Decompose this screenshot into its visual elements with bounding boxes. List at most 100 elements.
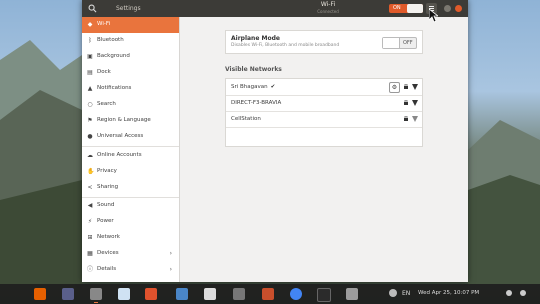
network-name: DIRECT-F3-BRAVIA [231, 100, 282, 106]
sidebar: ◆ Wi-Fi ᛒ Bluetooth ▣ Background ▤ Dock … [82, 17, 180, 282]
search-icon: ○ [87, 101, 93, 108]
background-icon: ▣ [87, 53, 93, 60]
sidebar-divider [82, 146, 179, 147]
panel-title: Wi-Fi Connected [308, 1, 348, 15]
settings-window: Settings Wi-Fi Connected ON ◆ Wi-Fi ᛒ Bl… [82, 0, 468, 282]
sidebar-item-online-accounts[interactable]: ☁ Online Accounts [82, 148, 179, 164]
settings-icon[interactable] [90, 288, 102, 303]
sidebar-item-label: Devices [97, 250, 119, 256]
lock-icon [404, 116, 408, 121]
flag-icon: ⚑ [87, 117, 93, 124]
sidebar-item-background[interactable]: ▣ Background [82, 49, 179, 65]
accessibility-icon: ● [87, 133, 93, 140]
search-icon[interactable] [88, 4, 97, 13]
sidebar-item-power[interactable]: ⚡ Power [82, 214, 179, 230]
network-name-text: Sri Bhagavan [231, 84, 268, 90]
sidebar-item-label: Network [97, 234, 120, 240]
headerbar: Settings Wi-Fi Connected ON [82, 0, 468, 17]
sidebar-item-privacy[interactable]: ✋ Privacy [82, 164, 179, 180]
sidebar-item-label: Dock [97, 69, 111, 75]
bell-icon: ▲ [87, 85, 93, 92]
sidebar-item-label: Wi-Fi [97, 21, 111, 27]
sidebar-item-dock[interactable]: ▤ Dock [82, 65, 179, 81]
airplane-mode-row: Airplane Mode Disables Wi-Fi, Bluetooth … [225, 30, 423, 54]
network-name: Sri Bhagavan ✔ [231, 84, 275, 90]
sidebar-item-label: Universal Access [97, 133, 144, 139]
share-icon: < [87, 184, 93, 191]
sidebar-item-bluetooth[interactable]: ᛒ Bluetooth [82, 33, 179, 49]
power-icon: ⚡ [87, 218, 93, 225]
lock-icon [404, 84, 408, 89]
network-row[interactable]: DIRECT-F3-BRAVIA [226, 95, 422, 112]
sidebar-item-sound[interactable]: ◀ Sound [82, 198, 179, 214]
sidebar-item-label: Notifications [97, 85, 132, 91]
airplane-switch-label: OFF [403, 40, 413, 46]
gear-icon[interactable]: ⚙ [389, 82, 400, 93]
info-icon: ⓘ [87, 266, 94, 273]
network-tray-icon[interactable] [389, 289, 397, 297]
sidebar-item-label: Search [97, 101, 116, 107]
app-icon[interactable] [233, 288, 245, 300]
cloud-icon: ☁ [87, 152, 93, 159]
sidebar-item-devices[interactable]: ▦ Devices › [82, 246, 179, 262]
wifi-signal-icon [412, 116, 418, 122]
sidebar-item-label: Power [97, 218, 114, 224]
wifi-switch-label: ON [393, 5, 401, 11]
wifi-panel: Airplane Mode Disables Wi-Fi, Bluetooth … [180, 17, 468, 282]
app-icon[interactable] [176, 288, 188, 300]
network-icon: ⊞ [87, 234, 93, 241]
dock-icon: ▤ [87, 69, 93, 76]
keyboard-language[interactable]: EN [402, 290, 410, 297]
sidebar-item-sharing[interactable]: < Sharing [82, 180, 179, 196]
chevron-right-icon: › [169, 250, 172, 257]
network-row[interactable]: CellStation [226, 111, 422, 128]
network-row-connected[interactable]: Sri Bhagavan ✔ ⚙ [226, 79, 422, 96]
taskbar: EN Wed Apr 25, 10:07 PM [0, 284, 540, 304]
app-icon[interactable] [262, 288, 274, 300]
sidebar-item-region-language[interactable]: ⚑ Region & Language [82, 113, 179, 129]
sidebar-item-wifi[interactable]: ◆ Wi-Fi [82, 17, 179, 33]
sidebar-item-label: Online Accounts [97, 152, 142, 158]
terminal-icon[interactable] [317, 288, 331, 302]
airplane-mode-title: Airplane Mode [231, 35, 280, 42]
sidebar-item-universal-access[interactable]: ● Universal Access [82, 129, 179, 145]
app-title: Settings [116, 5, 141, 12]
panel-subtitle: Connected [317, 9, 339, 14]
sidebar-item-label: Details [97, 266, 117, 272]
printer-icon: ▦ [87, 250, 93, 257]
power-icon[interactable] [520, 290, 526, 296]
network-name: CellStation [231, 116, 261, 122]
calendar-icon[interactable] [204, 288, 216, 300]
wifi-switch-knob [407, 4, 423, 13]
sidebar-item-label: Privacy [97, 168, 117, 174]
document-icon[interactable] [118, 288, 130, 300]
files-icon[interactable] [62, 288, 74, 300]
wifi-signal-icon [412, 84, 418, 90]
network-list: Sri Bhagavan ✔ ⚙ DIRECT-F3-BRAVIA CellSta… [225, 78, 423, 147]
sidebar-item-details[interactable]: ⓘ Details › [82, 262, 179, 278]
clock[interactable]: Wed Apr 25, 10:07 PM [418, 290, 479, 296]
volume-icon[interactable] [506, 290, 512, 296]
hand-icon: ✋ [87, 168, 95, 175]
sidebar-item-label: Region & Language [97, 117, 151, 123]
sidebar-item-search[interactable]: ○ Search [82, 97, 179, 113]
mouse-cursor [429, 9, 438, 23]
bluetooth-icon: ᛒ [88, 37, 92, 44]
airplane-mode-description: Disables Wi-Fi, Bluetooth and mobile bro… [231, 43, 340, 48]
checkmark-icon: ✔ [270, 84, 276, 90]
gear-icon[interactable] [346, 288, 358, 300]
chrome-icon[interactable] [290, 288, 302, 300]
sidebar-item-network[interactable]: ⊞ Network [82, 230, 179, 246]
sidebar-item-label: Bluetooth [97, 37, 124, 43]
hamburger-icon [429, 6, 434, 7]
sidebar-item-notifications[interactable]: ▲ Notifications [82, 81, 179, 97]
airplane-switch-knob [383, 38, 400, 48]
minimize-button[interactable] [444, 5, 451, 12]
software-center-icon[interactable] [145, 288, 157, 300]
airplane-mode-switch[interactable]: OFF [382, 37, 417, 49]
firefox-icon[interactable] [34, 288, 46, 300]
speaker-icon: ◀ [87, 202, 93, 209]
wifi-power-switch[interactable]: ON [389, 4, 423, 13]
lock-icon [404, 100, 408, 105]
close-button[interactable] [455, 5, 462, 12]
